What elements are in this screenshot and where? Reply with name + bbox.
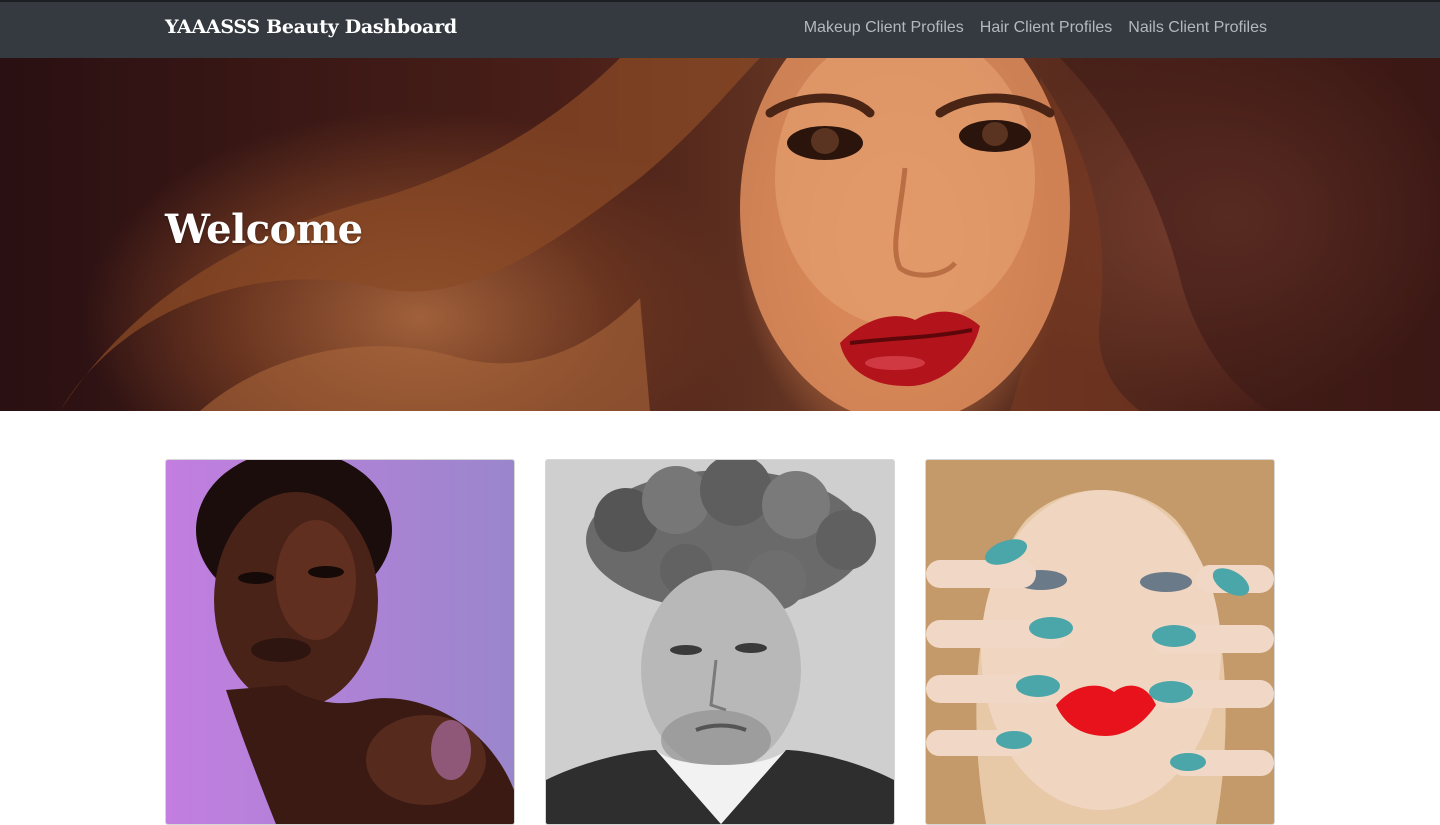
nails-card[interactable] — [925, 459, 1275, 825]
brand-logo[interactable]: YAAASSS Beauty Dashboard — [165, 16, 457, 38]
nav-links: Makeup Client Profiles Hair Client Profi… — [804, 19, 1267, 37]
hero-title: Welcome — [165, 206, 363, 253]
nails-card-image — [926, 460, 1274, 824]
navbar: YAAASSS Beauty Dashboard Makeup Client P… — [0, 2, 1440, 58]
nav-link-nails[interactable]: Nails Client Profiles — [1128, 19, 1267, 37]
nav-link-hair[interactable]: Hair Client Profiles — [980, 19, 1112, 37]
nav-link-makeup[interactable]: Makeup Client Profiles — [804, 19, 964, 37]
hero-banner: Welcome — [0, 58, 1440, 411]
makeup-card[interactable] — [165, 459, 515, 825]
hair-card-image — [546, 460, 894, 824]
makeup-card-image — [166, 460, 514, 824]
hair-card[interactable] — [545, 459, 895, 825]
